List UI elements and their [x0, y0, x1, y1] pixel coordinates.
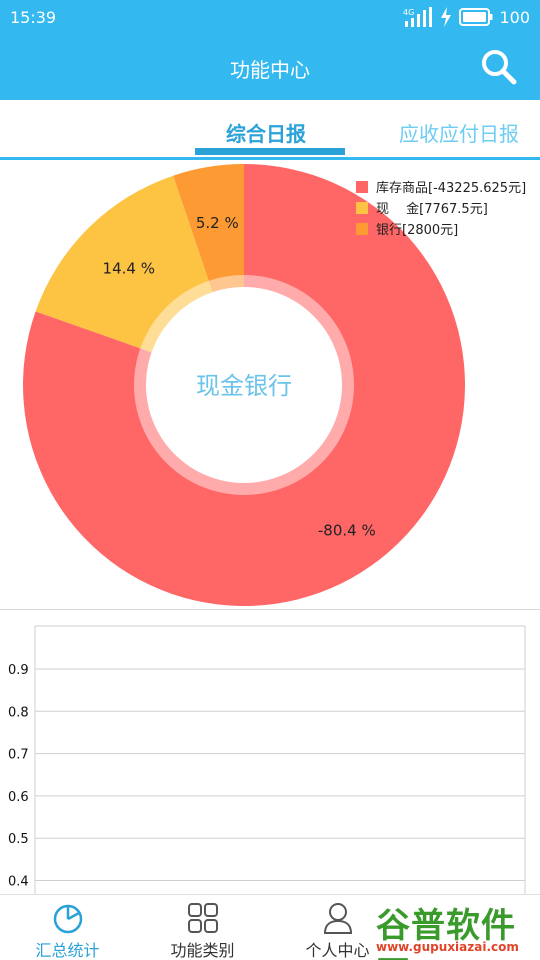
donut-center-label: 现金银行	[196, 372, 292, 400]
legend-swatch	[356, 201, 368, 214]
slice-label: -80.4 %	[318, 521, 376, 539]
y-tick-label: 0.8	[8, 705, 29, 720]
legend-item: 银行[2800元]	[356, 218, 526, 239]
pie-legend: 库存商品[-43225.625元] 现 金[7767.5元] 银行[2800元]	[356, 176, 526, 239]
battery-level: 100	[499, 7, 530, 27]
grid-icon	[187, 903, 218, 933]
network-type: 4G	[403, 8, 414, 17]
y-tick-label: 0.4	[8, 875, 29, 890]
y-tick-label: 0.5	[8, 832, 29, 847]
legend-label: 银行[2800元]	[376, 223, 459, 238]
legend-label: 现 金[7767.5元]	[376, 202, 488, 217]
person-icon	[323, 903, 352, 934]
nav-label: 汇总统计	[35, 941, 100, 960]
y-tick-label: 0.6	[8, 790, 29, 805]
signal-icon: 4G	[403, 7, 433, 27]
slice-label: 5.2 %	[196, 214, 239, 232]
status-bar: 15:39 4G 100	[0, 0, 540, 34]
app-bar: 功能中心	[0, 34, 540, 100]
page-title: 功能中心	[230, 58, 310, 82]
pie-chart-icon	[53, 904, 82, 934]
search-button[interactable]	[480, 48, 518, 86]
status-time: 15:39	[10, 8, 57, 27]
nav-categories[interactable]: 功能类别	[135, 895, 270, 960]
line-chart: 0.90.80.70.60.50.40.3	[0, 610, 540, 894]
legend-item: 现 金[7767.5元]	[356, 197, 526, 218]
tab-bar: 综合日报 应收应付日报	[0, 100, 540, 160]
legend-label: 库存商品[-43225.625元]	[376, 181, 527, 196]
legend-swatch	[356, 180, 368, 193]
y-tick-label: 0.7	[8, 748, 29, 763]
watermark-url: www.gupuxiazai.com	[376, 940, 519, 954]
legend-item: 库存商品[-43225.625元]	[356, 176, 526, 197]
slice-label: 14.4 %	[103, 259, 155, 277]
tab-indicator	[195, 148, 345, 155]
line-chart-svg: 0.90.80.70.60.50.40.3	[8, 625, 526, 894]
pie-chart: 5.2 % 14.4 % -80.4 % 现金银行 库存商品[-43225.625元]…	[0, 160, 540, 610]
battery-icon	[459, 8, 493, 26]
nav-summary[interactable]: 汇总统计	[0, 895, 135, 960]
status-indicators: 4G 100	[403, 6, 530, 28]
tab-receivable-payable[interactable]: 应收应付日报	[399, 118, 519, 147]
y-tick-label: 0.9	[8, 663, 29, 678]
charging-icon	[441, 7, 452, 27]
watermark: 谷普软件园 www.gupuxiazai.com	[372, 898, 537, 960]
legend-swatch	[356, 222, 368, 235]
nav-label: 功能类别	[170, 941, 235, 960]
tab-daily-summary[interactable]: 综合日报	[226, 118, 306, 147]
search-icon	[482, 50, 517, 85]
